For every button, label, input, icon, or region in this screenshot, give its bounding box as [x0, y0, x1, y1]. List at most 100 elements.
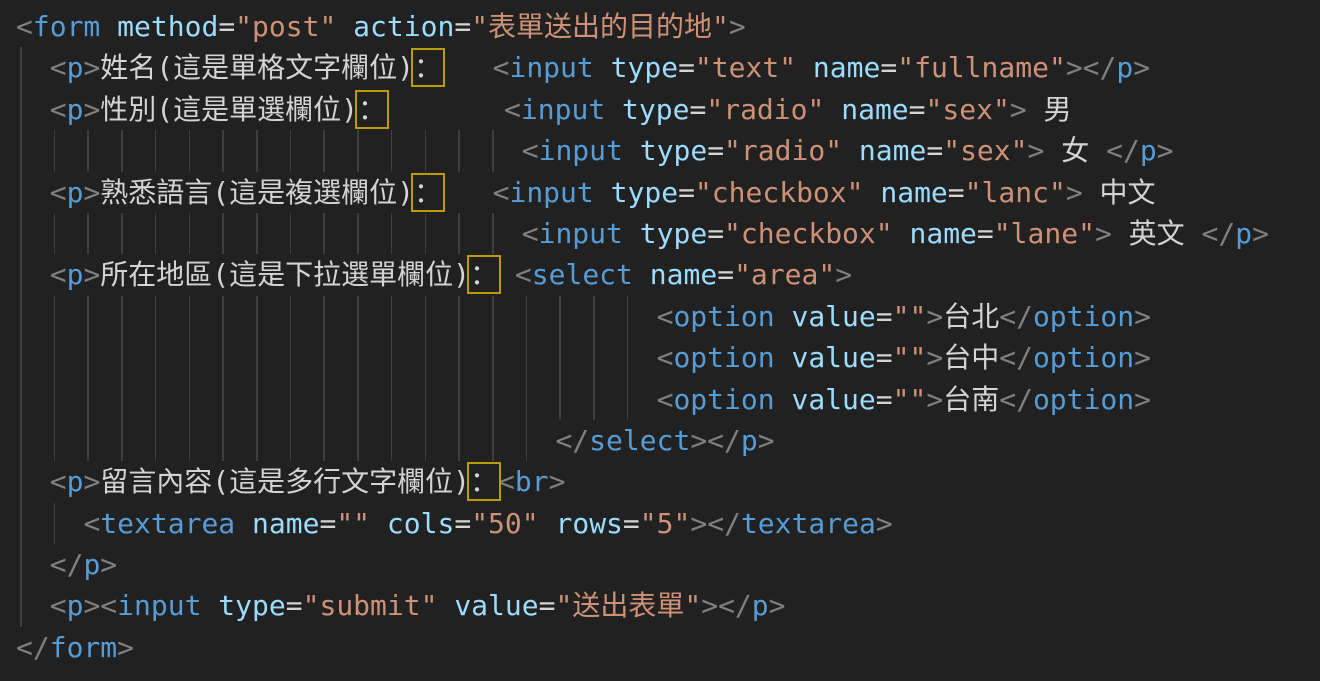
code-tag-name: p: [67, 51, 84, 84]
code-string: "sex": [943, 134, 1027, 167]
code-punctuation: </: [999, 341, 1033, 374]
code-punctuation: <: [657, 383, 674, 416]
code-equals: =: [454, 10, 471, 43]
leading-whitespace: [16, 424, 555, 457]
code-tag-name: option: [1033, 341, 1134, 374]
unicode-highlighted-char: ：: [470, 258, 498, 291]
code-equals: =: [880, 51, 897, 84]
code-tag-name: textarea: [100, 507, 235, 540]
code-punctuation: >: [1010, 93, 1027, 126]
leading-whitespace: [16, 300, 657, 333]
code-line[interactable]: <option value="">台南</option>: [16, 379, 1320, 420]
code-string: "": [893, 300, 927, 333]
code-punctuation: </: [555, 424, 589, 457]
code-punctuation: <: [504, 93, 521, 126]
code-punctuation: >: [1252, 217, 1269, 250]
code-line[interactable]: <p>熟悉語言(這是複選欄位)： <input type="checkbox" …: [16, 172, 1320, 213]
code-line[interactable]: <option value="">台中</option>: [16, 337, 1320, 378]
code-line[interactable]: <input type="radio" name="sex"> 女 </p>: [16, 130, 1320, 171]
code-line[interactable]: <form method="post" action="表單送出的目的地">: [16, 6, 1320, 47]
code-text: [442, 176, 493, 209]
code-text: 所在地區(這是下拉選單欄位): [100, 258, 470, 291]
code-punctuation: <: [50, 465, 67, 498]
code-tag-name: p: [1140, 134, 1157, 167]
code-punctuation: <: [50, 93, 67, 126]
code-line-content: </p>: [16, 548, 117, 581]
code-punctuation: <: [522, 134, 539, 167]
leading-whitespace: [16, 589, 50, 622]
code-line[interactable]: <p>姓名(這是單格文字欄位)： <input type="text" name…: [16, 47, 1320, 88]
code-attribute-name: value: [775, 341, 876, 374]
code-attribute-name: type: [623, 134, 707, 167]
code-attribute-name: name: [633, 258, 717, 291]
code-tag-name: select: [532, 258, 633, 291]
unicode-highlighted-char: ：: [414, 51, 442, 84]
code-attribute-name: value: [775, 300, 876, 333]
code-tag-name: option: [673, 300, 774, 333]
code-punctuation: >: [769, 589, 786, 622]
code-editor[interactable]: <form method="post" action="表單送出的目的地"> <…: [0, 0, 1320, 681]
unicode-highlighted-char: ：: [470, 465, 498, 498]
code-string: "5": [640, 507, 691, 540]
code-punctuation: <: [50, 589, 67, 622]
code-punctuation: <: [657, 300, 674, 333]
code-line[interactable]: <input type="checkbox" name="lane"> 英文 <…: [16, 213, 1320, 254]
leading-whitespace: [16, 548, 50, 581]
code-line-content: <form method="post" action="表單送出的目的地">: [16, 10, 746, 43]
code-line[interactable]: </p>: [16, 544, 1320, 585]
code-line[interactable]: </select></p>: [16, 420, 1320, 461]
code-punctuation: >: [835, 258, 852, 291]
code-attribute-name: value: [437, 589, 538, 622]
code-punctuation: </: [1106, 134, 1140, 167]
code-punctuation: <: [50, 258, 67, 291]
code-line[interactable]: <textarea name="" cols="50" rows="5"></t…: [16, 503, 1320, 544]
code-equals: =: [539, 589, 556, 622]
code-tag-name: p: [67, 258, 84, 291]
code-text: 性別(這是單選欄位): [100, 93, 358, 126]
code-equals: =: [876, 300, 893, 333]
code-punctuation: >: [926, 300, 943, 333]
code-line-content: <p>姓名(這是單格文字欄位)： <input type="text" name…: [16, 51, 1150, 84]
code-line[interactable]: <p>性別(這是單選欄位)： <input type="radio" name=…: [16, 89, 1320, 130]
code-equals: =: [977, 217, 994, 250]
code-string: "表單送出的目的地": [471, 10, 729, 43]
code-punctuation: >: [1028, 134, 1045, 167]
code-line-content: </select></p>: [16, 424, 775, 457]
code-equals: =: [876, 383, 893, 416]
code-attribute-name: type: [594, 51, 678, 84]
code-line-content: <p>所在地區(這是下拉選單欄位)： <select name="area">: [16, 258, 852, 291]
leading-whitespace: [16, 258, 50, 291]
code-equals: =: [623, 507, 640, 540]
code-punctuation: >: [729, 10, 746, 43]
leading-whitespace: [16, 341, 657, 374]
code-punctuation: <: [515, 258, 532, 291]
code-equals: =: [707, 217, 724, 250]
code-line[interactable]: </form>: [16, 627, 1320, 668]
code-line-content: <p>留言內容(這是多行文字欄位)：<br>: [16, 465, 565, 498]
code-equals: =: [678, 176, 695, 209]
code-punctuation: >: [1133, 51, 1150, 84]
code-string: "": [336, 507, 370, 540]
code-tag-name: input: [539, 217, 623, 250]
code-punctuation: </: [1083, 51, 1117, 84]
code-line[interactable]: <option value="">台北</option>: [16, 296, 1320, 337]
code-line-content: <input type="radio" name="sex"> 女 </p>: [16, 134, 1174, 167]
code-string: "submit": [303, 589, 438, 622]
code-line[interactable]: <p><input type="submit" value="送出表單"></p…: [16, 585, 1320, 626]
code-tag-name: option: [673, 383, 774, 416]
code-punctuation: >: [83, 176, 100, 209]
leading-whitespace: [16, 217, 522, 250]
code-line[interactable]: <p>留言內容(這是多行文字欄位)：<br>: [16, 461, 1320, 502]
code-string: "fullname": [897, 51, 1066, 84]
code-tag-name: input: [521, 93, 605, 126]
code-punctuation: >: [83, 93, 100, 126]
code-text: 熟悉語言(這是複選欄位): [100, 176, 414, 209]
code-attribute-name: method: [100, 10, 218, 43]
code-equals: =: [454, 507, 471, 540]
code-line-content: <p><input type="submit" value="送出表單"></p…: [16, 589, 786, 622]
code-punctuation: </: [707, 507, 741, 540]
code-line[interactable]: <p>所在地區(這是下拉選單欄位)： <select name="area">: [16, 254, 1320, 295]
code-tag-name: p: [1116, 51, 1133, 84]
code-punctuation: <: [493, 51, 510, 84]
code-punctuation: >: [100, 548, 117, 581]
